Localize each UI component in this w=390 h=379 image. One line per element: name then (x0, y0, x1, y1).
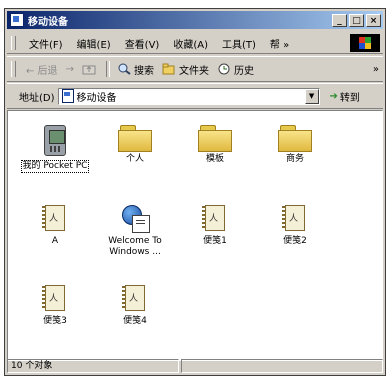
item-label: 便笺3 (43, 316, 67, 326)
menu-edit[interactable]: 编辑(E) (70, 36, 118, 51)
item-label: 我的 Pocket PC (20, 160, 90, 173)
list-item[interactable]: 人 便笺1 (180, 203, 250, 247)
address-field[interactable]: 移动设备 ▼ (57, 87, 320, 105)
up-folder-icon (82, 65, 96, 75)
list-item[interactable]: 模板 (180, 125, 250, 165)
folders-label: 文件夹 (178, 65, 209, 77)
search-icon (118, 63, 131, 75)
forward-arrow-icon: → (65, 63, 74, 75)
address-label: 地址(D) (19, 92, 55, 104)
folders-icon (162, 63, 175, 75)
menu-help[interactable]: 帮 » (263, 36, 296, 51)
go-label: 转到 (339, 92, 360, 104)
item-label: 模板 (205, 154, 224, 164)
list-item[interactable]: 人 便笺4 (100, 283, 170, 327)
toolbar-overflow-button[interactable]: » (369, 64, 383, 75)
folder-icon (118, 125, 152, 152)
standard-toolbar: ← 后退 → 搜索 文件夹 历史 » (7, 56, 383, 82)
go-button[interactable]: ➔ 转到 (330, 89, 360, 104)
list-item[interactable]: 个人 (100, 125, 170, 165)
note-icon: 人 (282, 203, 308, 233)
file-view[interactable]: 我的 Pocket PC 个人 模板 商务 人 A Welcome To Win… (7, 110, 383, 361)
list-item[interactable]: 商务 (260, 125, 330, 165)
address-dropdown-button[interactable]: ▼ (304, 88, 319, 104)
status-bar: 10 个对象 (7, 359, 383, 373)
mobile-device-icon (61, 89, 74, 103)
status-object-count: 10 个对象 (7, 359, 179, 373)
forward-button[interactable]: → (62, 64, 78, 75)
folder-icon (278, 125, 312, 152)
search-button[interactable]: 搜索 (113, 62, 158, 77)
item-label: 便笺1 (203, 236, 227, 246)
address-value: 移动设备 (76, 92, 117, 104)
menu-bar: 文件(F) 编辑(E) 查看(V) 收藏(A) 工具(T) 帮 » (7, 33, 383, 54)
item-label: 个人 (125, 154, 144, 164)
title-bar[interactable]: 移动设备 _ □ × (7, 11, 383, 29)
menu-grip[interactable] (11, 36, 16, 50)
close-button[interactable]: × (366, 13, 381, 27)
note-icon: 人 (42, 203, 68, 233)
go-arrow-icon: ➔ (329, 90, 338, 102)
history-button[interactable]: 历史 (213, 62, 258, 77)
folders-button[interactable]: 文件夹 (158, 62, 213, 77)
search-label: 搜索 (133, 65, 154, 77)
menu-favorites[interactable]: 收藏(A) (166, 36, 215, 51)
minimize-button[interactable]: _ (332, 13, 347, 27)
history-icon (218, 63, 230, 75)
history-label: 历史 (233, 65, 254, 77)
back-label: ← 后退 (26, 65, 58, 77)
up-button[interactable] (78, 63, 103, 75)
note-icon: 人 (42, 283, 68, 313)
window-title: 移动设备 (28, 16, 68, 28)
item-label: 便笺4 (123, 316, 147, 326)
mobile-device-icon (10, 13, 24, 27)
item-label: Welcome To Windows ... (108, 236, 162, 257)
welcome-document-icon (120, 203, 150, 233)
back-button[interactable]: ← 后退 (22, 62, 62, 77)
toolbar-separator (105, 61, 110, 77)
folder-icon (198, 125, 232, 152)
pocket-pc-icon (42, 125, 68, 157)
list-item[interactable]: 人 A (20, 203, 90, 247)
status-pane-empty (181, 359, 383, 373)
item-label: A (51, 236, 59, 246)
menu-file[interactable]: 文件(F) (22, 36, 70, 51)
note-icon: 人 (202, 203, 228, 233)
note-icon: 人 (122, 283, 148, 313)
explorer-window: 移动设备 _ □ × 文件(F) 编辑(E) 查看(V) 收藏(A) 工具(T)… (4, 8, 386, 376)
list-item[interactable]: 我的 Pocket PC (20, 125, 90, 173)
item-label: 便笺2 (283, 236, 307, 246)
menu-view[interactable]: 查看(V) (118, 36, 167, 51)
list-item[interactable]: 人 便笺2 (260, 203, 330, 247)
list-item[interactable]: 人 便笺3 (20, 283, 90, 327)
windows-logo-icon (350, 34, 380, 52)
address-bar: 地址(D) 移动设备 ▼ ➔ 转到 (7, 83, 383, 109)
menu-tools[interactable]: 工具(T) (215, 36, 263, 51)
item-label: 商务 (285, 154, 304, 164)
maximize-button[interactable]: □ (349, 13, 364, 27)
toolbar-grip[interactable] (11, 61, 16, 77)
list-item[interactable]: Welcome To Windows ... (100, 203, 170, 258)
